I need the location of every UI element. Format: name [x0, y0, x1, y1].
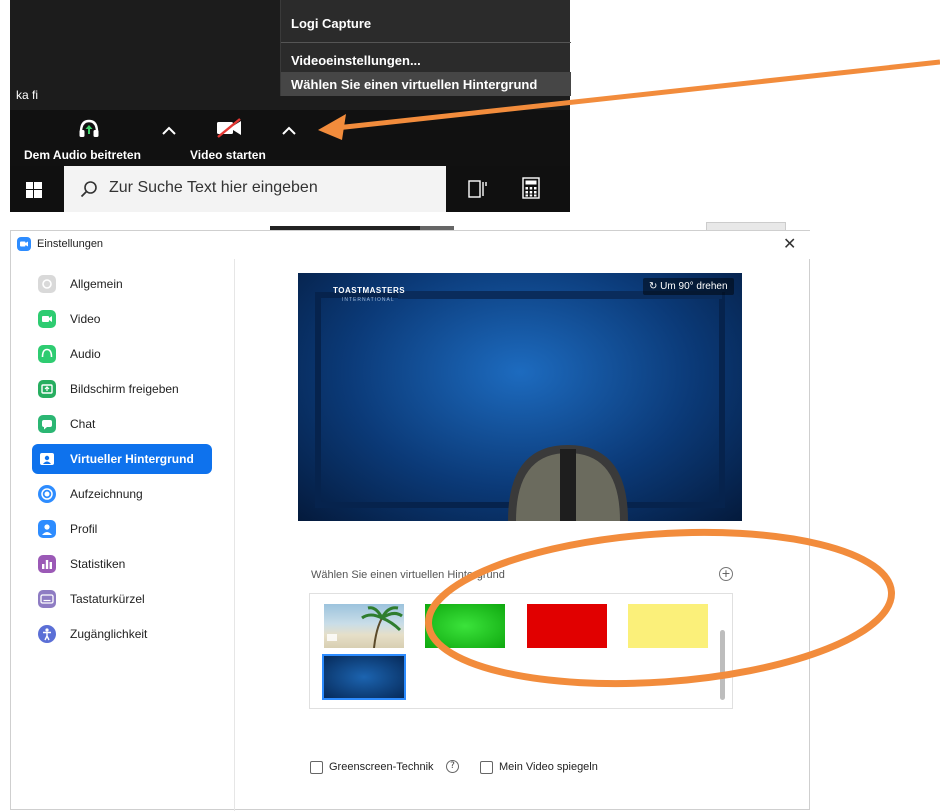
annotation-arrowhead	[318, 114, 346, 140]
annotation-ellipse	[425, 528, 895, 688]
annotation-arrow-line	[335, 59, 940, 131]
annotation-overlay	[318, 59, 940, 688]
